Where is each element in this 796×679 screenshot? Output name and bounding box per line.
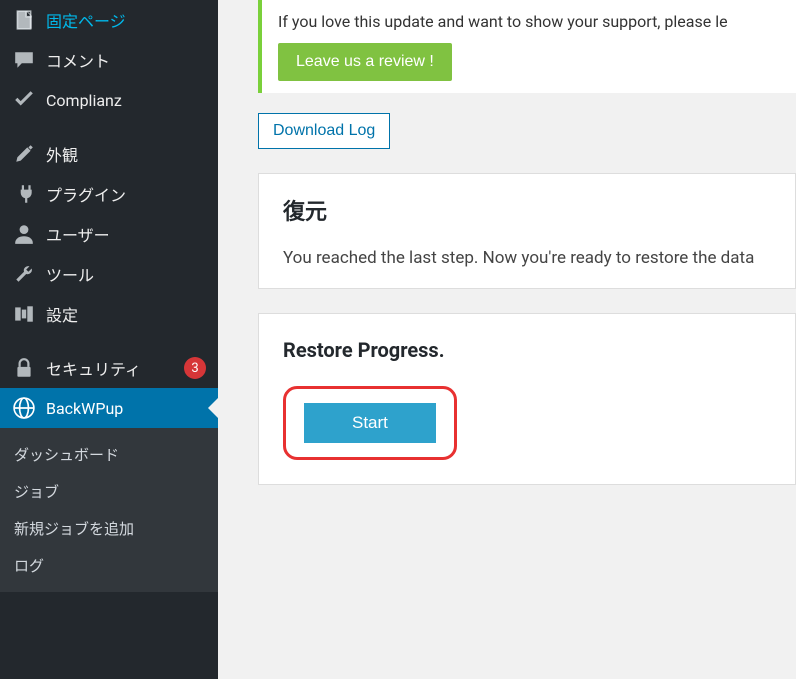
globe-icon (12, 396, 36, 420)
review-notice: If you love this update and want to show… (258, 0, 796, 93)
start-button[interactable]: Start (304, 403, 436, 443)
sidebar-item-security[interactable]: セキュリティ 3 (0, 348, 218, 388)
sidebar-label: 固定ページ (46, 8, 206, 32)
submenu-jobs[interactable]: ジョブ (0, 473, 218, 510)
start-button-highlight: Start (283, 386, 457, 460)
submenu-dashboard[interactable]: ダッシュボード (0, 436, 218, 473)
progress-panel: Restore Progress. Start (258, 313, 796, 485)
sidebar-item-pages[interactable]: 固定ページ (0, 0, 218, 40)
sidebar-label: 外観 (46, 142, 206, 166)
submenu-add-job[interactable]: 新規ジョブを追加 (0, 510, 218, 547)
sidebar-item-users[interactable]: ユーザー (0, 214, 218, 254)
main-content: If you love this update and want to show… (218, 0, 796, 679)
check-icon (12, 88, 36, 112)
sidebar-label: プラグイン (46, 182, 206, 206)
sidebar-label: 設定 (46, 302, 206, 326)
sidebar-item-comments[interactable]: コメント (0, 40, 218, 80)
backwpup-submenu: ダッシュボード ジョブ 新規ジョブを追加 ログ (0, 428, 218, 592)
restore-panel: 復元 You reached the last step. Now you're… (258, 173, 796, 289)
sidebar-label: コメント (46, 48, 206, 72)
sidebar-label: Complianz (46, 91, 206, 110)
settings-icon (12, 302, 36, 326)
restore-text: You reached the last step. Now you're re… (283, 248, 771, 268)
lock-icon (12, 356, 36, 380)
restore-title: 復元 (283, 194, 771, 226)
user-icon (12, 222, 36, 246)
brush-icon (12, 142, 36, 166)
admin-sidebar: 固定ページ コメント Complianz 外観 プラグイン ユーザー (0, 0, 218, 679)
notification-badge: 3 (184, 357, 206, 379)
sidebar-item-settings[interactable]: 設定 (0, 294, 218, 334)
sidebar-item-tools[interactable]: ツール (0, 254, 218, 294)
wrench-icon (12, 262, 36, 286)
sidebar-item-backwpup[interactable]: BackWPup (0, 388, 218, 428)
comment-icon (12, 48, 36, 72)
submenu-logs[interactable]: ログ (0, 547, 218, 584)
progress-title: Restore Progress. (283, 338, 771, 362)
sidebar-item-plugins[interactable]: プラグイン (0, 174, 218, 214)
page-icon (12, 8, 36, 32)
sidebar-label: セキュリティ (46, 356, 178, 380)
sidebar-label: ツール (46, 262, 206, 286)
sidebar-item-appearance[interactable]: 外観 (0, 134, 218, 174)
notice-text: If you love this update and want to show… (278, 12, 780, 31)
sidebar-label: BackWPup (46, 399, 206, 418)
sidebar-label: ユーザー (46, 222, 206, 246)
sidebar-item-complianz[interactable]: Complianz (0, 80, 218, 120)
leave-review-button[interactable]: Leave us a review ! (278, 43, 452, 81)
download-log-button[interactable]: Download Log (258, 113, 390, 149)
plugin-icon (12, 182, 36, 206)
